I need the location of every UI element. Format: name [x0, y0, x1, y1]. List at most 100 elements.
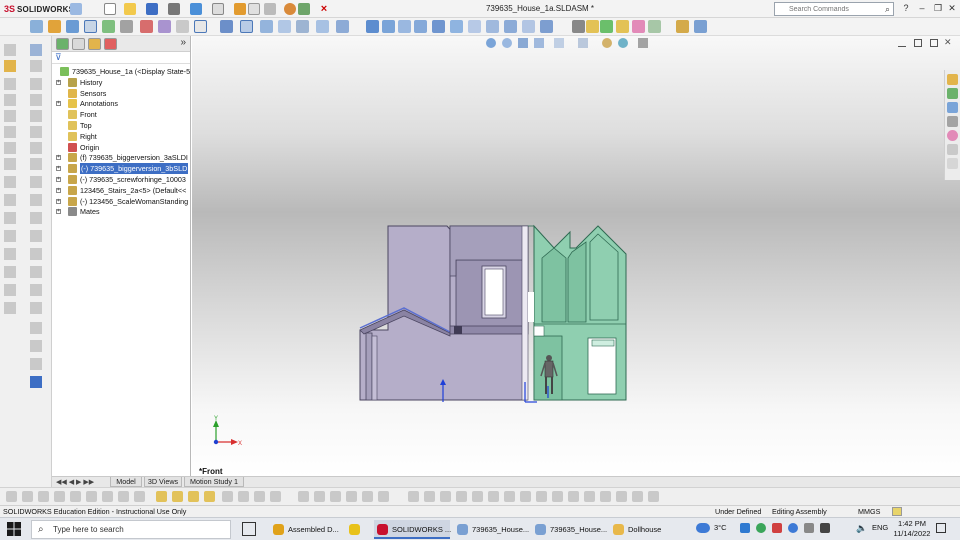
circle-icon[interactable]	[4, 110, 16, 122]
units-selector[interactable]: MMGS	[858, 506, 880, 517]
weather-temp[interactable]: 3°C	[714, 523, 727, 532]
pattern-icon[interactable]	[120, 20, 133, 33]
options-icon[interactable]	[264, 3, 276, 15]
insert-components-icon[interactable]	[66, 20, 79, 33]
offset-icon[interactable]	[4, 284, 16, 296]
tangent-icon[interactable]	[30, 126, 42, 138]
grid-icon[interactable]	[4, 44, 16, 56]
hole-alignment-icon[interactable]	[336, 20, 349, 33]
appearance-icon[interactable]	[284, 3, 296, 15]
tree-item[interactable]: +123456_Stairs_2a<5> (Default<<	[52, 185, 191, 196]
forum-icon[interactable]	[947, 158, 958, 169]
tree-item[interactable]: Origin	[52, 142, 191, 153]
tree-item[interactable]: Right	[52, 131, 191, 142]
print-icon[interactable]	[168, 3, 180, 15]
lower-tool-icon[interactable]	[488, 491, 499, 502]
perpendicular-icon[interactable]	[30, 158, 42, 170]
view-palette-icon[interactable]	[947, 116, 958, 127]
lower-tool-icon[interactable]	[298, 491, 309, 502]
network-icon[interactable]	[804, 523, 814, 533]
lower-tool-icon[interactable]	[520, 491, 531, 502]
lower-tool-icon[interactable]	[456, 491, 467, 502]
lower-tool-icon[interactable]	[346, 491, 357, 502]
lower-tool-icon[interactable]	[408, 491, 419, 502]
expand-toggle-icon[interactable]: +	[56, 177, 61, 182]
smart-dim-icon[interactable]	[30, 44, 42, 56]
lighting-icon[interactable]	[450, 20, 463, 33]
exploded-view-icon[interactable]	[278, 20, 291, 33]
arc-icon[interactable]	[4, 126, 16, 138]
lower-tool-icon[interactable]	[584, 491, 595, 502]
lower-tool-icon[interactable]	[38, 491, 49, 502]
bluetooth-icon[interactable]	[788, 523, 798, 533]
lower-tool-icon[interactable]	[86, 491, 97, 502]
appearances-icon[interactable]	[947, 130, 958, 141]
coradial-icon[interactable]	[30, 302, 42, 314]
lower-tool-icon[interactable]	[378, 491, 389, 502]
restore-icon[interactable]: ❐	[932, 2, 944, 14]
configuration-tab-icon[interactable]	[88, 38, 101, 50]
equal-icon[interactable]	[30, 176, 42, 188]
undo-icon[interactable]	[190, 3, 202, 15]
battery-icon[interactable]	[820, 523, 830, 533]
coincident-icon[interactable]	[30, 110, 42, 122]
tab-model[interactable]: Model	[110, 477, 142, 487]
funnel-icon[interactable]: ⊽	[55, 52, 62, 63]
mirror-icon[interactable]	[4, 302, 16, 314]
notifications-icon[interactable]	[936, 523, 946, 533]
taskbar-app[interactable]: 739635_House...	[532, 520, 607, 539]
windows-start-icon[interactable]	[6, 521, 22, 537]
purple-house-section[interactable]	[359, 225, 529, 401]
lower-tool-icon[interactable]	[254, 491, 265, 502]
expand-toggle-icon[interactable]: +	[56, 79, 61, 85]
select-arrow-icon[interactable]	[212, 3, 224, 15]
pin-icon[interactable]	[220, 20, 233, 33]
mate-icon[interactable]	[102, 20, 115, 33]
rotate-view-icon[interactable]	[398, 20, 411, 33]
tree-filter-row[interactable]: ⊽	[52, 52, 190, 64]
tree-item[interactable]: + (-) 739635_screwforhinge_10003	[52, 174, 191, 185]
lower-tool-icon[interactable]	[204, 491, 215, 502]
spline-icon[interactable]	[4, 142, 16, 154]
lower-tool-icon[interactable]	[118, 491, 129, 502]
rectangle-icon[interactable]	[4, 94, 16, 106]
search-icon[interactable]: ⌕	[885, 4, 890, 15]
expand-toggle-icon[interactable]: +	[56, 166, 61, 172]
property-manager-tab-icon[interactable]	[72, 38, 85, 50]
pierce-icon[interactable]	[30, 340, 42, 352]
lower-tool-icon[interactable]	[330, 491, 341, 502]
tree-item[interactable]: 739635_House_1a (<Display State-5	[52, 66, 191, 77]
trim-icon[interactable]	[4, 248, 16, 260]
add-relation-icon[interactable]	[30, 78, 42, 90]
line-icon[interactable]	[4, 78, 16, 90]
sketch-tool-icon[interactable]	[30, 20, 43, 33]
tree-item[interactable]: + (-) 123456_ScaleWomanStanding	[52, 196, 191, 207]
pan-icon[interactable]	[414, 20, 427, 33]
rebuild-icon[interactable]	[234, 3, 246, 15]
tree-item[interactable]: Top	[52, 120, 191, 131]
tree-item[interactable]: Front	[52, 109, 191, 120]
weather-icon[interactable]	[696, 523, 710, 533]
collapse-icon[interactable]	[694, 20, 707, 33]
taskbar-app[interactable]: SOLIDWORKS ...	[374, 520, 451, 539]
onedrive-icon[interactable]	[740, 523, 750, 533]
taskbar-app[interactable]	[346, 520, 368, 539]
language-indicator[interactable]: ENG	[872, 523, 888, 532]
shortcut-bar-icon[interactable]	[616, 20, 629, 33]
new-motion-study-icon[interactable]	[176, 20, 189, 33]
lower-tool-icon[interactable]	[632, 491, 643, 502]
smart-dimension-icon[interactable]	[48, 20, 61, 33]
move-component-icon[interactable]	[84, 20, 97, 33]
lower-tool-icon[interactable]	[6, 491, 17, 502]
open-folder-icon[interactable]	[124, 3, 136, 15]
lower-tool-icon[interactable]	[536, 491, 547, 502]
smart-fasteners-icon[interactable]	[140, 20, 153, 33]
tree-item[interactable]: + Annotations	[52, 98, 191, 109]
lower-tool-icon[interactable]	[504, 491, 515, 502]
tray-app2-icon[interactable]	[772, 523, 782, 533]
feature-tree-tab-icon[interactable]	[56, 38, 69, 50]
display-manager-tab-icon[interactable]	[104, 38, 117, 50]
lower-tool-icon[interactable]	[270, 491, 281, 502]
lower-tool-icon[interactable]	[472, 491, 483, 502]
green-house-section[interactable]	[528, 224, 627, 401]
